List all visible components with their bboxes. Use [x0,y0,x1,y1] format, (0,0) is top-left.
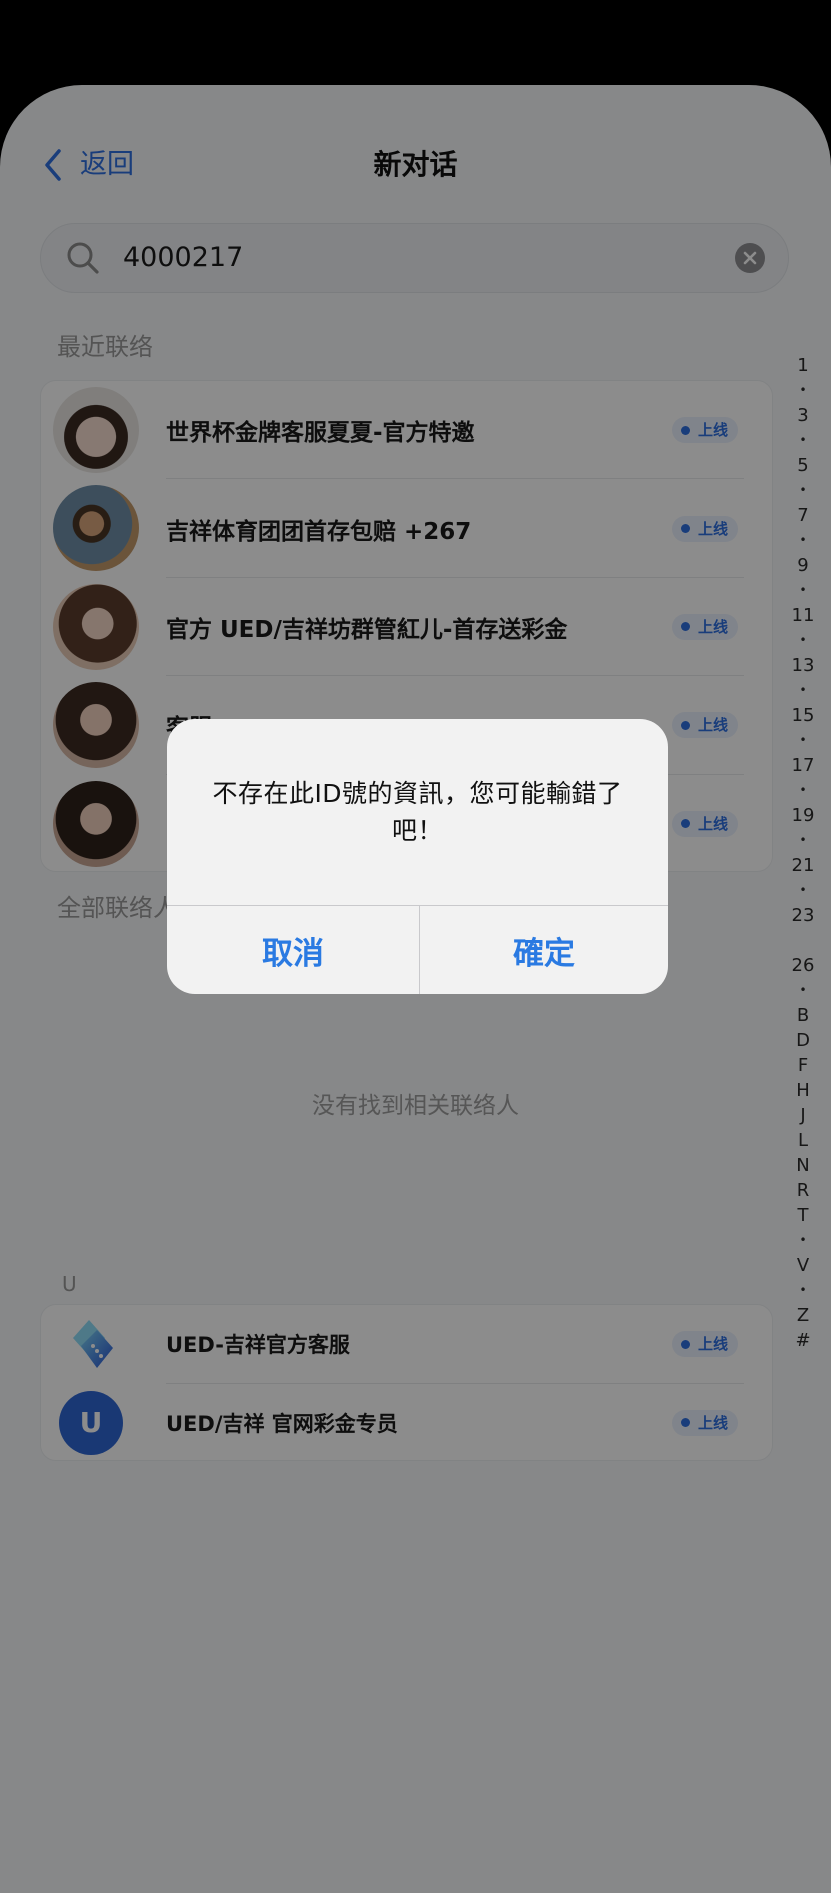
dialog-body: 不存在此ID號的資訊，您可能輸錯了吧！ [167,719,668,905]
alert-dialog: 不存在此ID號的資訊，您可能輸錯了吧！ 取消 確定 [167,719,668,994]
cancel-button[interactable]: 取消 [167,906,420,994]
dialog-buttons: 取消 確定 [167,905,668,994]
confirm-button[interactable]: 確定 [420,906,668,994]
dialog-message: 不存在此ID號的資訊，您可能輸錯了吧！ [212,779,623,845]
